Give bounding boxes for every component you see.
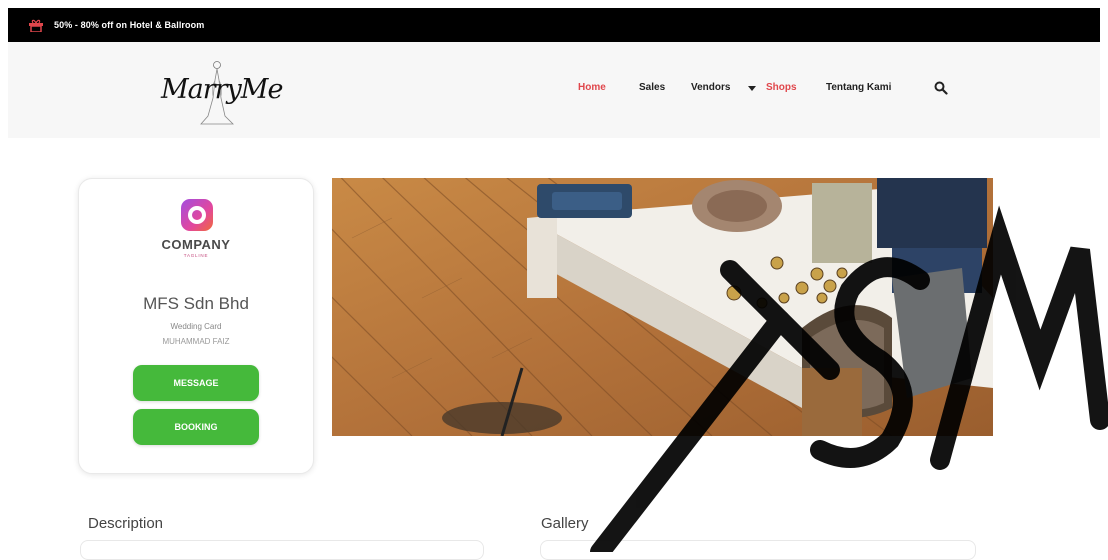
description-panel (80, 540, 484, 560)
nav-about[interactable]: Tentang Kami (826, 82, 891, 93)
chevron-down-icon[interactable] (748, 86, 756, 91)
nav-shops[interactable]: Shops (766, 82, 797, 93)
site-header: MarryMe Home Sales Vendors Shops Tentang… (8, 42, 1100, 138)
message-button[interactable]: MESSAGE (133, 365, 259, 401)
vendor-profile-card: COMPANY TAGLINE MFS Sdn Bhd Wedding Card… (78, 178, 314, 474)
business-name: MFS Sdn Bhd (143, 294, 249, 313)
gallery-panel (540, 540, 976, 560)
business-owner: MUHAMMAD FAIZ (162, 337, 230, 346)
gift-icon (29, 19, 43, 32)
promo-bar: 50% - 80% off on Hotel & Ballroom (8, 8, 1100, 42)
search-icon[interactable] (934, 81, 948, 95)
main-nav: Home Sales Vendors Shops Tentang Kami (8, 81, 1100, 100)
booking-button[interactable]: BOOKING (133, 409, 259, 445)
business-category: Wedding Card (170, 322, 222, 331)
promo-text[interactable]: 50% - 80% off on Hotel & Ballroom (54, 20, 204, 30)
shop-banner-image (332, 178, 993, 436)
company-logo-tagline: TAGLINE (183, 253, 209, 258)
nav-vendors[interactable]: Vendors (691, 82, 730, 93)
company-logo-name: COMPANY (161, 237, 231, 252)
gallery-heading: Gallery (541, 515, 589, 532)
nav-sales[interactable]: Sales (639, 82, 665, 93)
nav-home[interactable]: Home (578, 82, 606, 93)
company-logo-icon (181, 199, 213, 231)
description-heading: Description (88, 515, 164, 532)
